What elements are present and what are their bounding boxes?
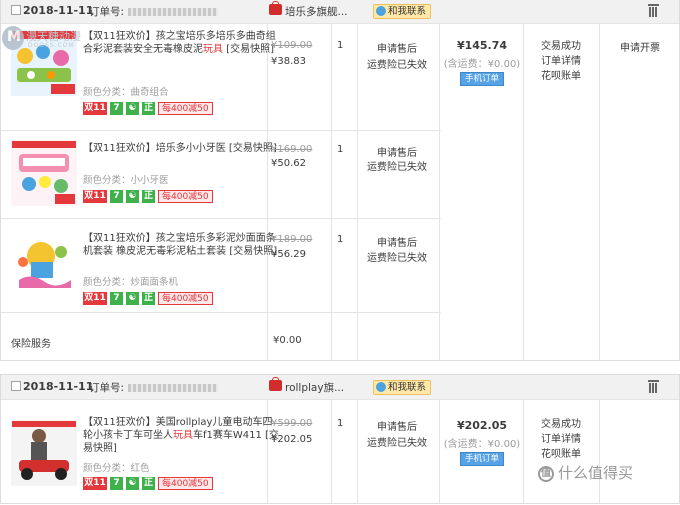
product-title-link[interactable]: 【双11狂欢价】孩之宝培乐多彩泥炒面面条机套装 橡皮泥无毒彩泥粘土套装 [交易快… — [83, 232, 279, 258]
huabei-bill-link[interactable]: 花呗账单 — [523, 447, 599, 462]
smzdm-watermark: 值什么值得买 — [538, 462, 633, 483]
order-detail-link[interactable]: 订单详情 — [523, 432, 599, 447]
discount-tag: 每400减50 — [158, 190, 213, 203]
quantity: 1 — [337, 234, 344, 245]
total-amount: ¥145.74 — [456, 39, 508, 52]
shipping-insurance-status: 运费险已失效 — [367, 60, 427, 71]
discount-tag: 每400减50 — [158, 292, 213, 305]
huabei-bill-link[interactable]: 花呗账单 — [523, 69, 599, 84]
order-checkbox[interactable] — [11, 381, 21, 391]
double11-tag: 双11 — [83, 102, 107, 115]
product-tags: 双11 7 ☯ 正每400减50 — [83, 477, 216, 491]
product-image[interactable] — [11, 232, 77, 298]
shop-name-link[interactable]: rollplay旗... — [285, 380, 344, 395]
product-image[interactable] — [11, 420, 77, 486]
order-status: 交易成功 订单详情 花呗账单 — [523, 39, 599, 84]
product-variant: 颜色分类：曲奇组合 — [83, 87, 169, 98]
order-number: 订单号: — [89, 380, 219, 395]
shipping-fee: (含运费：¥0.00) — [443, 59, 521, 70]
discount-tag: 每400减50 — [158, 102, 213, 115]
total-amount: ¥202.05 — [456, 419, 508, 432]
order-header: 2018-11-11 订单号: rollplay旗... 和我联系 — [1, 375, 679, 400]
discount-tag: 每400减50 — [158, 477, 213, 490]
product-variant: 颜色分类：红色 — [83, 463, 150, 474]
mobile-order-badge: 手机订单 — [459, 452, 504, 466]
after-sale-link[interactable]: 申请售后 — [377, 40, 417, 55]
shipping-insurance-status: 运费险已失效 — [367, 162, 427, 173]
contact-seller-button[interactable]: 和我联系 — [373, 4, 432, 19]
order-date: 2018-11-11 — [23, 4, 94, 17]
insurance-tag-icon: ☯ — [126, 102, 139, 115]
seven-day-return-tag: 7 — [110, 292, 123, 305]
shipping-insurance-status: 运费险已失效 — [367, 253, 427, 264]
seven-day-return-tag: 7 — [110, 477, 123, 490]
insurance-row: 保险服务 ¥0.00 — [1, 312, 441, 361]
order-card: 2018-11-11 订单号: rollplay旗... 和我联系 【双11狂欢… — [0, 374, 680, 504]
shipping-fee: (含运费：¥0.00) — [443, 439, 521, 450]
mobile-order-badge: 手机订单 — [459, 72, 504, 86]
smzdm-logo-icon: 值 — [538, 465, 554, 482]
unit-price: ¥56.29 — [271, 249, 306, 260]
insurance-tag-icon: ☯ — [126, 477, 139, 490]
order-header: 2018-11-11 订单号: 培乐多旗舰... 和我联系 — [1, 0, 679, 24]
genuine-tag: 正 — [142, 102, 155, 115]
order-checkbox[interactable] — [11, 5, 21, 15]
quantity: 1 — [337, 40, 344, 51]
order-total: ¥202.05 (含运费：¥0.00) 手机订单 — [439, 419, 525, 466]
insurance-tag-icon: ☯ — [126, 190, 139, 203]
seven-day-return-tag: 7 — [110, 102, 123, 115]
contact-seller-button[interactable]: 和我联系 — [373, 380, 432, 395]
double11-tag: 双11 — [83, 292, 107, 305]
order-card: 2018-11-11 订单号: 培乐多旗舰... 和我联系 【双11狂欢价】孩之 — [0, 0, 680, 361]
request-invoice-link[interactable]: 申请开票 — [601, 39, 679, 54]
product-variant: 颜色分类：小小牙医 — [83, 175, 169, 186]
unit-price: ¥202.05 — [271, 434, 313, 445]
after-sale-link[interactable]: 申请售后 — [377, 418, 417, 433]
original-price: ¥599.00 — [271, 418, 313, 429]
genuine-tag: 正 — [142, 292, 155, 305]
shop-name-link[interactable]: 培乐多旗舰... — [285, 4, 348, 19]
double11-tag: 双11 — [83, 477, 107, 490]
insurance-tag-icon: ☯ — [126, 292, 139, 305]
genuine-tag: 正 — [142, 190, 155, 203]
order-item-row: 【双11狂欢价】孩之宝培乐多彩泥炒面面条机套装 橡皮泥无毒彩泥粘土套装 [交易快… — [1, 218, 441, 313]
genuine-tag: 正 — [142, 477, 155, 490]
quantity: 1 — [337, 144, 344, 155]
after-sale-link[interactable]: 申请售后 — [377, 144, 417, 159]
product-tags: 双11 7 ☯ 正每400减50 — [83, 190, 216, 204]
order-item-row: 【双11狂欢价】美国rollplay儿童电动车四轮小孩卡丁车可坐人玩具车f1赛车… — [1, 400, 441, 505]
product-title-link[interactable]: 【双11狂欢价】培乐多小小牙医 [交易快照] — [83, 142, 279, 155]
quantity: 1 — [337, 418, 344, 429]
site-watermark-logo: 漫天糖动漫 DOOSS.COM — [2, 26, 132, 54]
delete-order-icon[interactable] — [648, 380, 659, 393]
status-text: 交易成功 — [541, 41, 581, 52]
unit-price: ¥50.62 — [271, 158, 306, 169]
shop-icon — [269, 1, 282, 15]
status-text: 交易成功 — [541, 419, 581, 430]
original-price: ¥109.00 — [271, 40, 313, 51]
double11-tag: 双11 — [83, 190, 107, 203]
insurance-price: ¥0.00 — [273, 335, 302, 346]
product-title-link[interactable]: 【双11狂欢价】美国rollplay儿童电动车四轮小孩卡丁车可坐人玩具车f1赛车… — [83, 416, 279, 455]
shipping-insurance-status: 运费险已失效 — [367, 438, 427, 449]
delete-order-icon[interactable] — [648, 4, 659, 17]
shop-icon — [269, 377, 282, 391]
order-date: 2018-11-11 — [23, 380, 94, 393]
product-image[interactable] — [11, 140, 77, 206]
order-item-row: 【双11狂欢价】培乐多小小牙医 [交易快照] 颜色分类：小小牙医 双11 7 ☯ 正每… — [1, 130, 441, 219]
product-variant: 颜色分类：炒面面条机 — [83, 277, 179, 288]
product-tags: 双11 7 ☯ 正每400减50 — [83, 292, 216, 306]
original-price: ¥189.00 — [271, 234, 313, 245]
order-status: 交易成功 订单详情 花呗账单 — [523, 417, 599, 462]
order-total: ¥145.74 (含运费：¥0.00) 手机订单 — [439, 39, 525, 86]
after-sale-link[interactable]: 申请售后 — [377, 234, 417, 249]
product-tags: 双11 7 ☯ 正每400减50 — [83, 102, 216, 116]
seven-day-return-tag: 7 — [110, 190, 123, 203]
watermark-m-icon — [2, 26, 24, 50]
original-price: ¥169.00 — [271, 144, 313, 155]
order-detail-link[interactable]: 订单详情 — [523, 54, 599, 69]
insurance-label: 保险服务 — [11, 339, 51, 350]
order-number: 订单号: — [89, 4, 219, 19]
unit-price: ¥38.83 — [271, 56, 306, 67]
